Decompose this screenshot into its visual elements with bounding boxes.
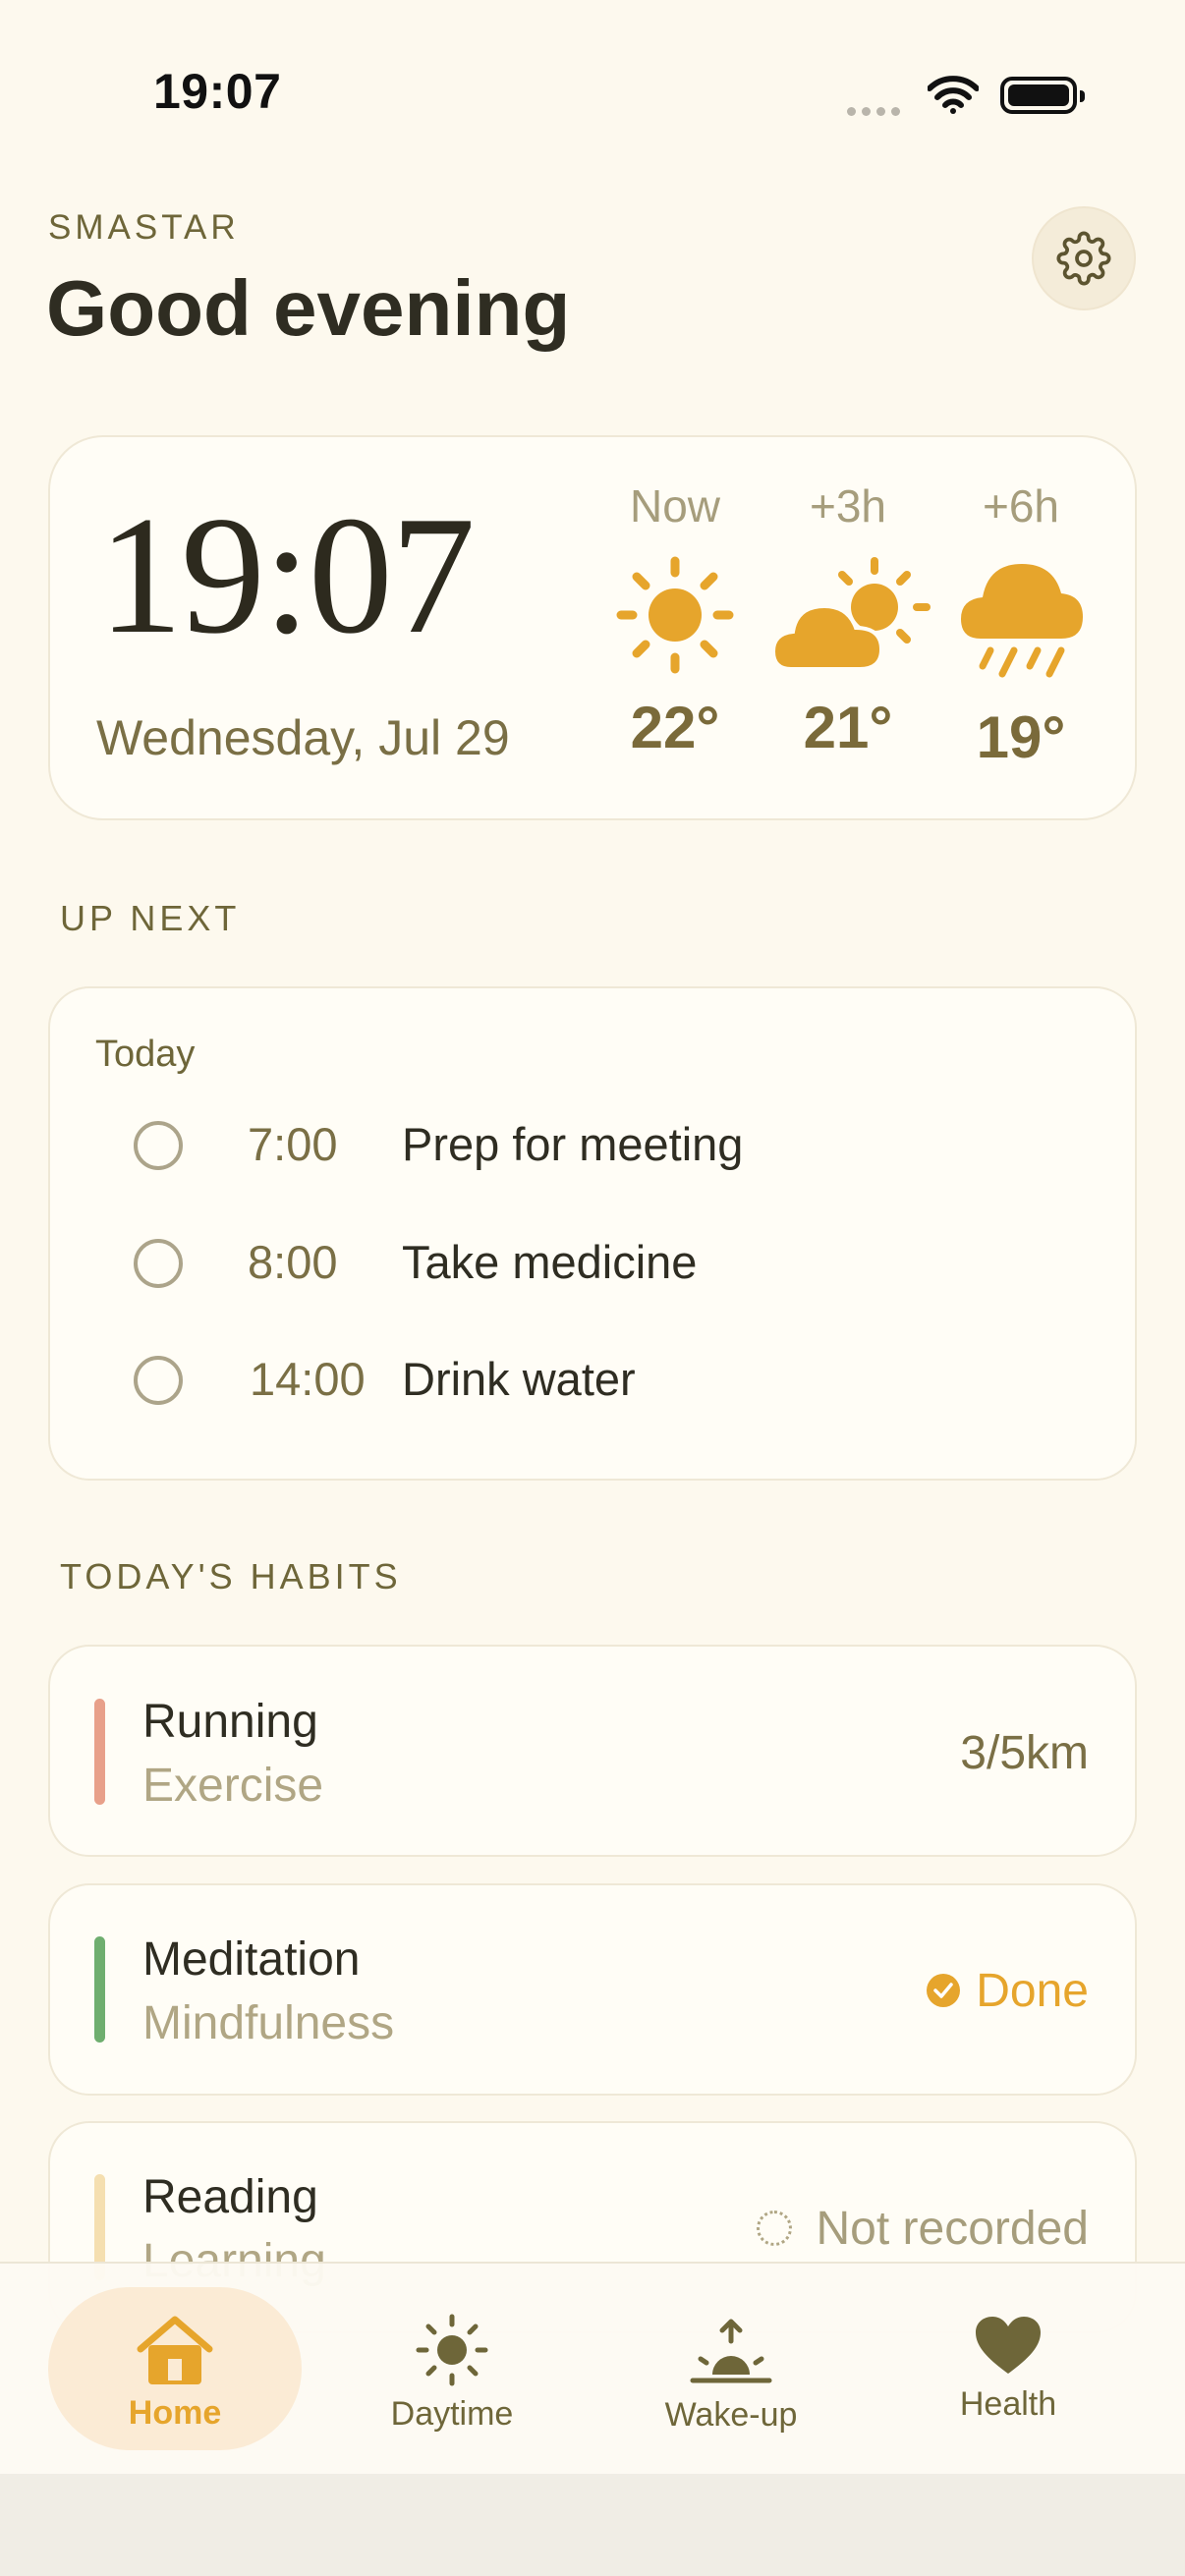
forecast-3h-temp-wrap: 21°: [769, 694, 927, 761]
tab-label: Home: [128, 2393, 222, 2432]
forecast-6h: +6h: [942, 479, 1100, 532]
task-day-label: Today: [95, 1034, 196, 1075]
battery-icon: [1000, 77, 1085, 114]
home-icon: [137, 2316, 213, 2384]
app-name: SMASTAR: [48, 208, 240, 247]
tab-label: Wake-up: [664, 2395, 798, 2434]
habit-status: Not recorded: [816, 2203, 1089, 2255]
habit-status: Done: [976, 1965, 1089, 2017]
task-time: 14:00: [250, 1353, 366, 1405]
settings-button[interactable]: [1032, 206, 1136, 310]
status-time: 19:07: [153, 64, 282, 119]
home-indicator-area: [0, 2474, 1185, 2576]
up-next-card: [48, 986, 1137, 1481]
heart-icon: [976, 2316, 1041, 2374]
forecast-6h-temp-wrap: 19°: [942, 703, 1100, 771]
signal-icon: [847, 103, 908, 116]
task-time: 7:00: [248, 1118, 338, 1170]
sun-icon: [416, 2314, 488, 2385]
tab-label: Health: [959, 2384, 1057, 2423]
forecast-temp: 21°: [803, 695, 893, 760]
gear-icon: [1056, 231, 1111, 286]
habit-name: Meditation: [142, 1933, 361, 1986]
tab-daytime[interactable]: Daytime: [354, 2289, 550, 2456]
task-checkbox[interactable]: [134, 1121, 183, 1170]
rain-icon: [957, 556, 1087, 691]
tab-wake-up[interactable]: Wake-up: [633, 2291, 829, 2458]
forecast-temp: 22°: [630, 695, 720, 760]
habit-name: Running: [142, 1696, 318, 1748]
forecast-3h: +3h: [769, 479, 927, 532]
habit-category: Exercise: [142, 1760, 324, 1812]
task-checkbox[interactable]: [134, 1239, 183, 1288]
check-circle-icon: [926, 1973, 961, 2013]
wifi-icon: [927, 75, 980, 119]
forecast-label: +3h: [809, 480, 887, 532]
forecast-label: Now: [629, 480, 721, 532]
habit-color-bar: [94, 1936, 105, 2043]
habits-heading: TODAY'S HABITS: [60, 1556, 402, 1596]
task-title[interactable]: Take medicine: [402, 1235, 697, 1289]
clock-date: Wednesday, Jul 29: [96, 710, 510, 765]
tab-health[interactable]: Health: [910, 2285, 1106, 2452]
greeting-title: Good evening: [46, 264, 571, 352]
sunrise-icon: [690, 2319, 772, 2382]
partly-cloudy-icon: [769, 553, 932, 682]
empty-circle-icon: [757, 2211, 792, 2246]
task-title[interactable]: Prep for meeting: [402, 1117, 743, 1171]
forecast-label: +6h: [982, 480, 1060, 532]
task-title[interactable]: Drink water: [402, 1352, 636, 1406]
tab-home[interactable]: Home: [77, 2289, 273, 2456]
forecast-temp: 19°: [976, 704, 1066, 770]
sun-icon: [613, 553, 737, 682]
up-next-heading: UP NEXT: [60, 898, 241, 938]
habit-name: Reading: [142, 2171, 318, 2223]
habit-color-bar: [94, 1699, 105, 1805]
habit-category: Mindfulness: [142, 1997, 395, 2049]
forecast-now-temp-wrap: 22°: [596, 694, 754, 761]
forecast-now: Now: [596, 479, 754, 532]
habit-progress: 3/5km: [960, 1727, 1089, 1779]
task-time: 8:00: [248, 1236, 338, 1288]
clock-time: 19:07: [98, 482, 476, 669]
tab-label: Daytime: [390, 2394, 514, 2433]
task-checkbox[interactable]: [134, 1356, 183, 1405]
